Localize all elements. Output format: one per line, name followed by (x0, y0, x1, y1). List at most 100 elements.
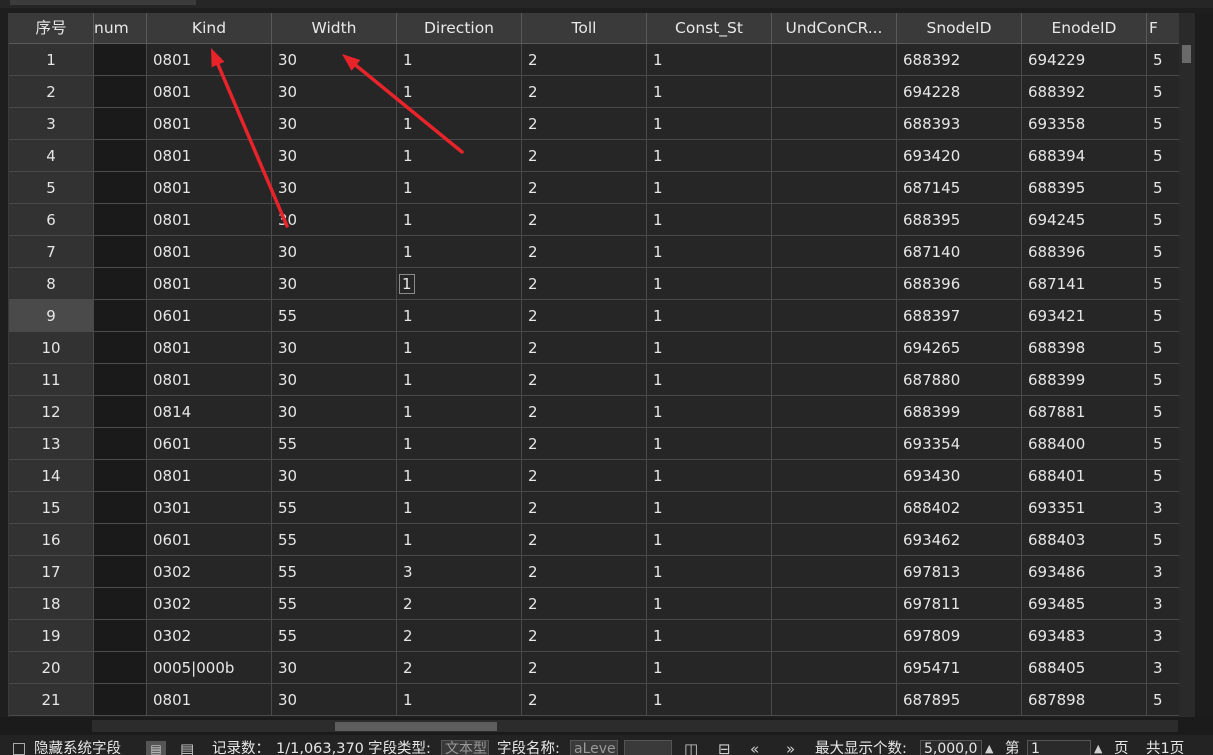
enode-id-cell[interactable]: 688395 (1022, 172, 1147, 204)
snode-id-cell[interactable]: 687140 (897, 236, 1022, 268)
enode-id-cell[interactable]: 688400 (1022, 428, 1147, 460)
f-cell[interactable]: 3 (1147, 588, 1180, 620)
kind-cell[interactable]: 0801 (147, 268, 272, 300)
focused-cell-value[interactable]: 1 (399, 274, 415, 294)
toll-cell[interactable]: 2 (522, 236, 647, 268)
table-row[interactable]: 15 0301 55 1 2 1 688402 693351 3 (9, 492, 1180, 524)
toll-cell[interactable]: 2 (522, 652, 647, 684)
table-row[interactable]: 16 0601 55 1 2 1 693462 688403 5 (9, 524, 1180, 556)
attribute-table[interactable]: 序号 num Kind Width Direction Toll Const_St UndCo… (8, 13, 1180, 717)
row-index-cell[interactable]: 2 (9, 76, 94, 108)
num-cell[interactable] (94, 204, 147, 236)
undconcr-cell[interactable] (772, 44, 897, 76)
f-cell[interactable]: 5 (1147, 524, 1180, 556)
enode-id-cell[interactable]: 688394 (1022, 140, 1147, 172)
f-cell[interactable]: 5 (1147, 300, 1180, 332)
width-cell[interactable]: 30 (272, 684, 397, 716)
table-row[interactable]: 18 0302 55 2 2 1 697811 693485 3 (9, 588, 1180, 620)
toll-cell[interactable]: 2 (522, 332, 647, 364)
num-cell[interactable] (94, 332, 147, 364)
table-row[interactable]: 13 0601 55 1 2 1 693354 688400 5 (9, 428, 1180, 460)
row-index-cell[interactable]: 18 (9, 588, 94, 620)
undconcr-cell[interactable] (772, 460, 897, 492)
width-cell[interactable]: 55 (272, 492, 397, 524)
undconcr-cell[interactable] (772, 492, 897, 524)
undconcr-cell[interactable] (772, 620, 897, 652)
width-cell[interactable]: 30 (272, 172, 397, 204)
direction-cell[interactable]: 1 (397, 268, 522, 300)
kind-cell[interactable]: 0005|000b (147, 652, 272, 684)
row-index-cell[interactable]: 21 (9, 684, 94, 716)
kind-cell[interactable]: 0302 (147, 556, 272, 588)
snode-id-cell[interactable]: 694265 (897, 332, 1022, 364)
kind-cell[interactable]: 0801 (147, 108, 272, 140)
first-page-icon[interactable]: « (750, 741, 759, 755)
num-cell[interactable] (94, 236, 147, 268)
snode-id-cell[interactable]: 688399 (897, 396, 1022, 428)
enode-id-cell[interactable]: 693351 (1022, 492, 1147, 524)
column-header-num[interactable]: num (94, 13, 147, 44)
table-row[interactable]: 10 0801 30 1 2 1 694265 688398 5 (9, 332, 1180, 364)
width-cell[interactable]: 55 (272, 300, 397, 332)
row-index-cell[interactable]: 20 (9, 652, 94, 684)
snode-id-cell[interactable]: 697811 (897, 588, 1022, 620)
kind-cell[interactable]: 0801 (147, 140, 272, 172)
snode-id-cell[interactable]: 687145 (897, 172, 1022, 204)
num-cell[interactable] (94, 396, 147, 428)
snode-id-cell[interactable]: 688395 (897, 204, 1022, 236)
undconcr-cell[interactable] (772, 236, 897, 268)
enode-id-cell[interactable]: 693483 (1022, 620, 1147, 652)
snode-id-cell[interactable]: 694228 (897, 76, 1022, 108)
toll-cell[interactable]: 2 (522, 44, 647, 76)
column-header-enode-id[interactable]: EnodeID (1022, 13, 1147, 44)
num-cell[interactable] (94, 460, 147, 492)
snode-id-cell[interactable]: 693430 (897, 460, 1022, 492)
width-cell[interactable]: 55 (272, 588, 397, 620)
const-st-cell[interactable]: 1 (647, 332, 772, 364)
snode-id-cell[interactable]: 688396 (897, 268, 1022, 300)
f-cell[interactable]: 5 (1147, 460, 1180, 492)
row-index-cell[interactable]: 10 (9, 332, 94, 364)
snode-id-cell[interactable]: 697813 (897, 556, 1022, 588)
width-cell[interactable]: 55 (272, 428, 397, 460)
snode-id-cell[interactable]: 688402 (897, 492, 1022, 524)
width-cell[interactable]: 30 (272, 140, 397, 172)
width-cell[interactable]: 30 (272, 236, 397, 268)
kind-cell[interactable]: 0801 (147, 332, 272, 364)
snode-id-cell[interactable]: 688397 (897, 300, 1022, 332)
table-row[interactable]: 14 0801 30 1 2 1 693430 688401 5 (9, 460, 1180, 492)
kind-cell[interactable]: 0302 (147, 588, 272, 620)
enode-id-cell[interactable]: 694245 (1022, 204, 1147, 236)
kind-cell[interactable]: 0601 (147, 428, 272, 460)
snode-id-cell[interactable]: 688392 (897, 44, 1022, 76)
const-st-cell[interactable]: 1 (647, 524, 772, 556)
column-header-kind[interactable]: Kind (147, 13, 272, 44)
snode-id-cell[interactable]: 687895 (897, 684, 1022, 716)
field-extra-field[interactable] (624, 740, 672, 755)
width-cell[interactable]: 30 (272, 652, 397, 684)
const-st-cell[interactable]: 1 (647, 300, 772, 332)
enode-id-cell[interactable]: 693485 (1022, 588, 1147, 620)
column-header-toll[interactable]: Toll (522, 13, 647, 44)
vertical-scroll-thumb[interactable] (1182, 45, 1191, 63)
width-cell[interactable]: 30 (272, 268, 397, 300)
list-view-icon[interactable]: ▤ (180, 741, 194, 755)
table-row[interactable]: 4 0801 30 1 2 1 693420 688394 5 (9, 140, 1180, 172)
table-row[interactable]: 20 0005|000b 30 2 2 1 695471 688405 3 (9, 652, 1180, 684)
toll-cell[interactable]: 2 (522, 460, 647, 492)
direction-cell[interactable]: 1 (397, 140, 522, 172)
kind-cell[interactable]: 0801 (147, 76, 272, 108)
undconcr-cell[interactable] (772, 396, 897, 428)
kind-cell[interactable]: 0301 (147, 492, 272, 524)
direction-cell[interactable]: 3 (397, 556, 522, 588)
enode-id-cell[interactable]: 687141 (1022, 268, 1147, 300)
direction-cell[interactable]: 1 (397, 396, 522, 428)
table-row[interactable]: 5 0801 30 1 2 1 687145 688395 5 (9, 172, 1180, 204)
direction-cell[interactable]: 1 (397, 332, 522, 364)
row-index-cell[interactable]: 11 (9, 364, 94, 396)
column-header-index[interactable]: 序号 (9, 13, 94, 44)
const-st-cell[interactable]: 1 (647, 428, 772, 460)
undconcr-cell[interactable] (772, 588, 897, 620)
num-cell[interactable] (94, 268, 147, 300)
table-row[interactable]: 3 0801 30 1 2 1 688393 693358 5 (9, 108, 1180, 140)
